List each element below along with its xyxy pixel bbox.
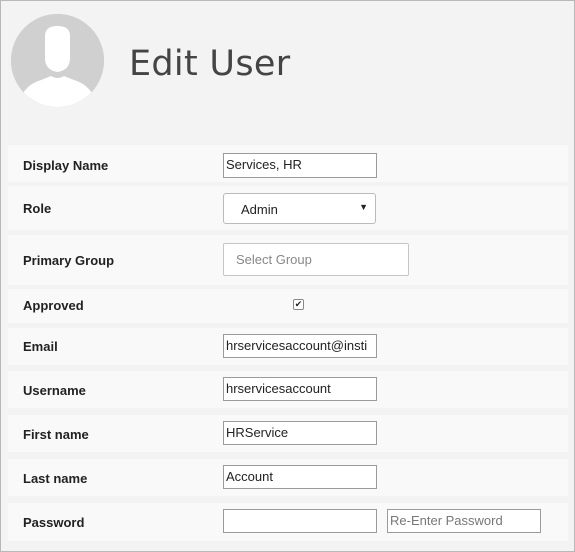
role-label: Role: [23, 201, 52, 216]
username-label: Username: [23, 383, 86, 398]
edit-user-window: Edit User Display Name Services, HR Role…: [0, 0, 575, 552]
row-password: Password Re-Enter Password: [8, 503, 568, 541]
first-name-label: First name: [23, 427, 89, 442]
avatar: [11, 14, 104, 107]
row-last-name: Last name Account: [8, 459, 568, 496]
last-name-field[interactable]: Account: [223, 465, 377, 489]
row-primary-group: Primary Group Select Group: [8, 235, 568, 285]
row-first-name: First name HRService: [8, 415, 568, 452]
primary-group-label: Primary Group: [23, 253, 115, 268]
page-title: Edit User: [129, 44, 291, 84]
email-label: Email: [23, 339, 58, 354]
user-silhouette-icon: [11, 14, 104, 107]
role-select[interactable]: Admin ▼: [223, 193, 376, 224]
row-email: Email hrservicesaccount@insti: [8, 328, 568, 365]
approved-checkbox[interactable]: ✔: [293, 299, 304, 310]
approved-label: Approved: [23, 298, 84, 313]
display-name-field[interactable]: Services, HR: [223, 153, 377, 178]
username-field[interactable]: hrservicesaccount: [223, 377, 377, 401]
checkmark-icon: ✔: [294, 299, 303, 309]
row-username: Username hrservicesaccount: [8, 371, 568, 408]
row-role: Role Admin ▼: [8, 186, 568, 230]
email-field[interactable]: hrservicesaccount@insti: [223, 334, 377, 358]
password-field[interactable]: [223, 509, 377, 533]
first-name-field[interactable]: HRService: [223, 421, 377, 445]
reenter-password-field[interactable]: Re-Enter Password: [387, 509, 541, 533]
primary-group-select[interactable]: Select Group: [223, 243, 409, 276]
role-selected-value: Admin: [241, 202, 278, 217]
last-name-label: Last name: [23, 471, 88, 486]
display-name-label: Display Name: [23, 158, 109, 173]
password-label: Password: [23, 515, 85, 530]
row-approved: Approved ✔: [8, 289, 568, 323]
chevron-down-icon: ▼: [359, 202, 368, 212]
row-display-name: Display Name Services, HR: [8, 145, 568, 182]
header: Edit User: [1, 1, 574, 131]
